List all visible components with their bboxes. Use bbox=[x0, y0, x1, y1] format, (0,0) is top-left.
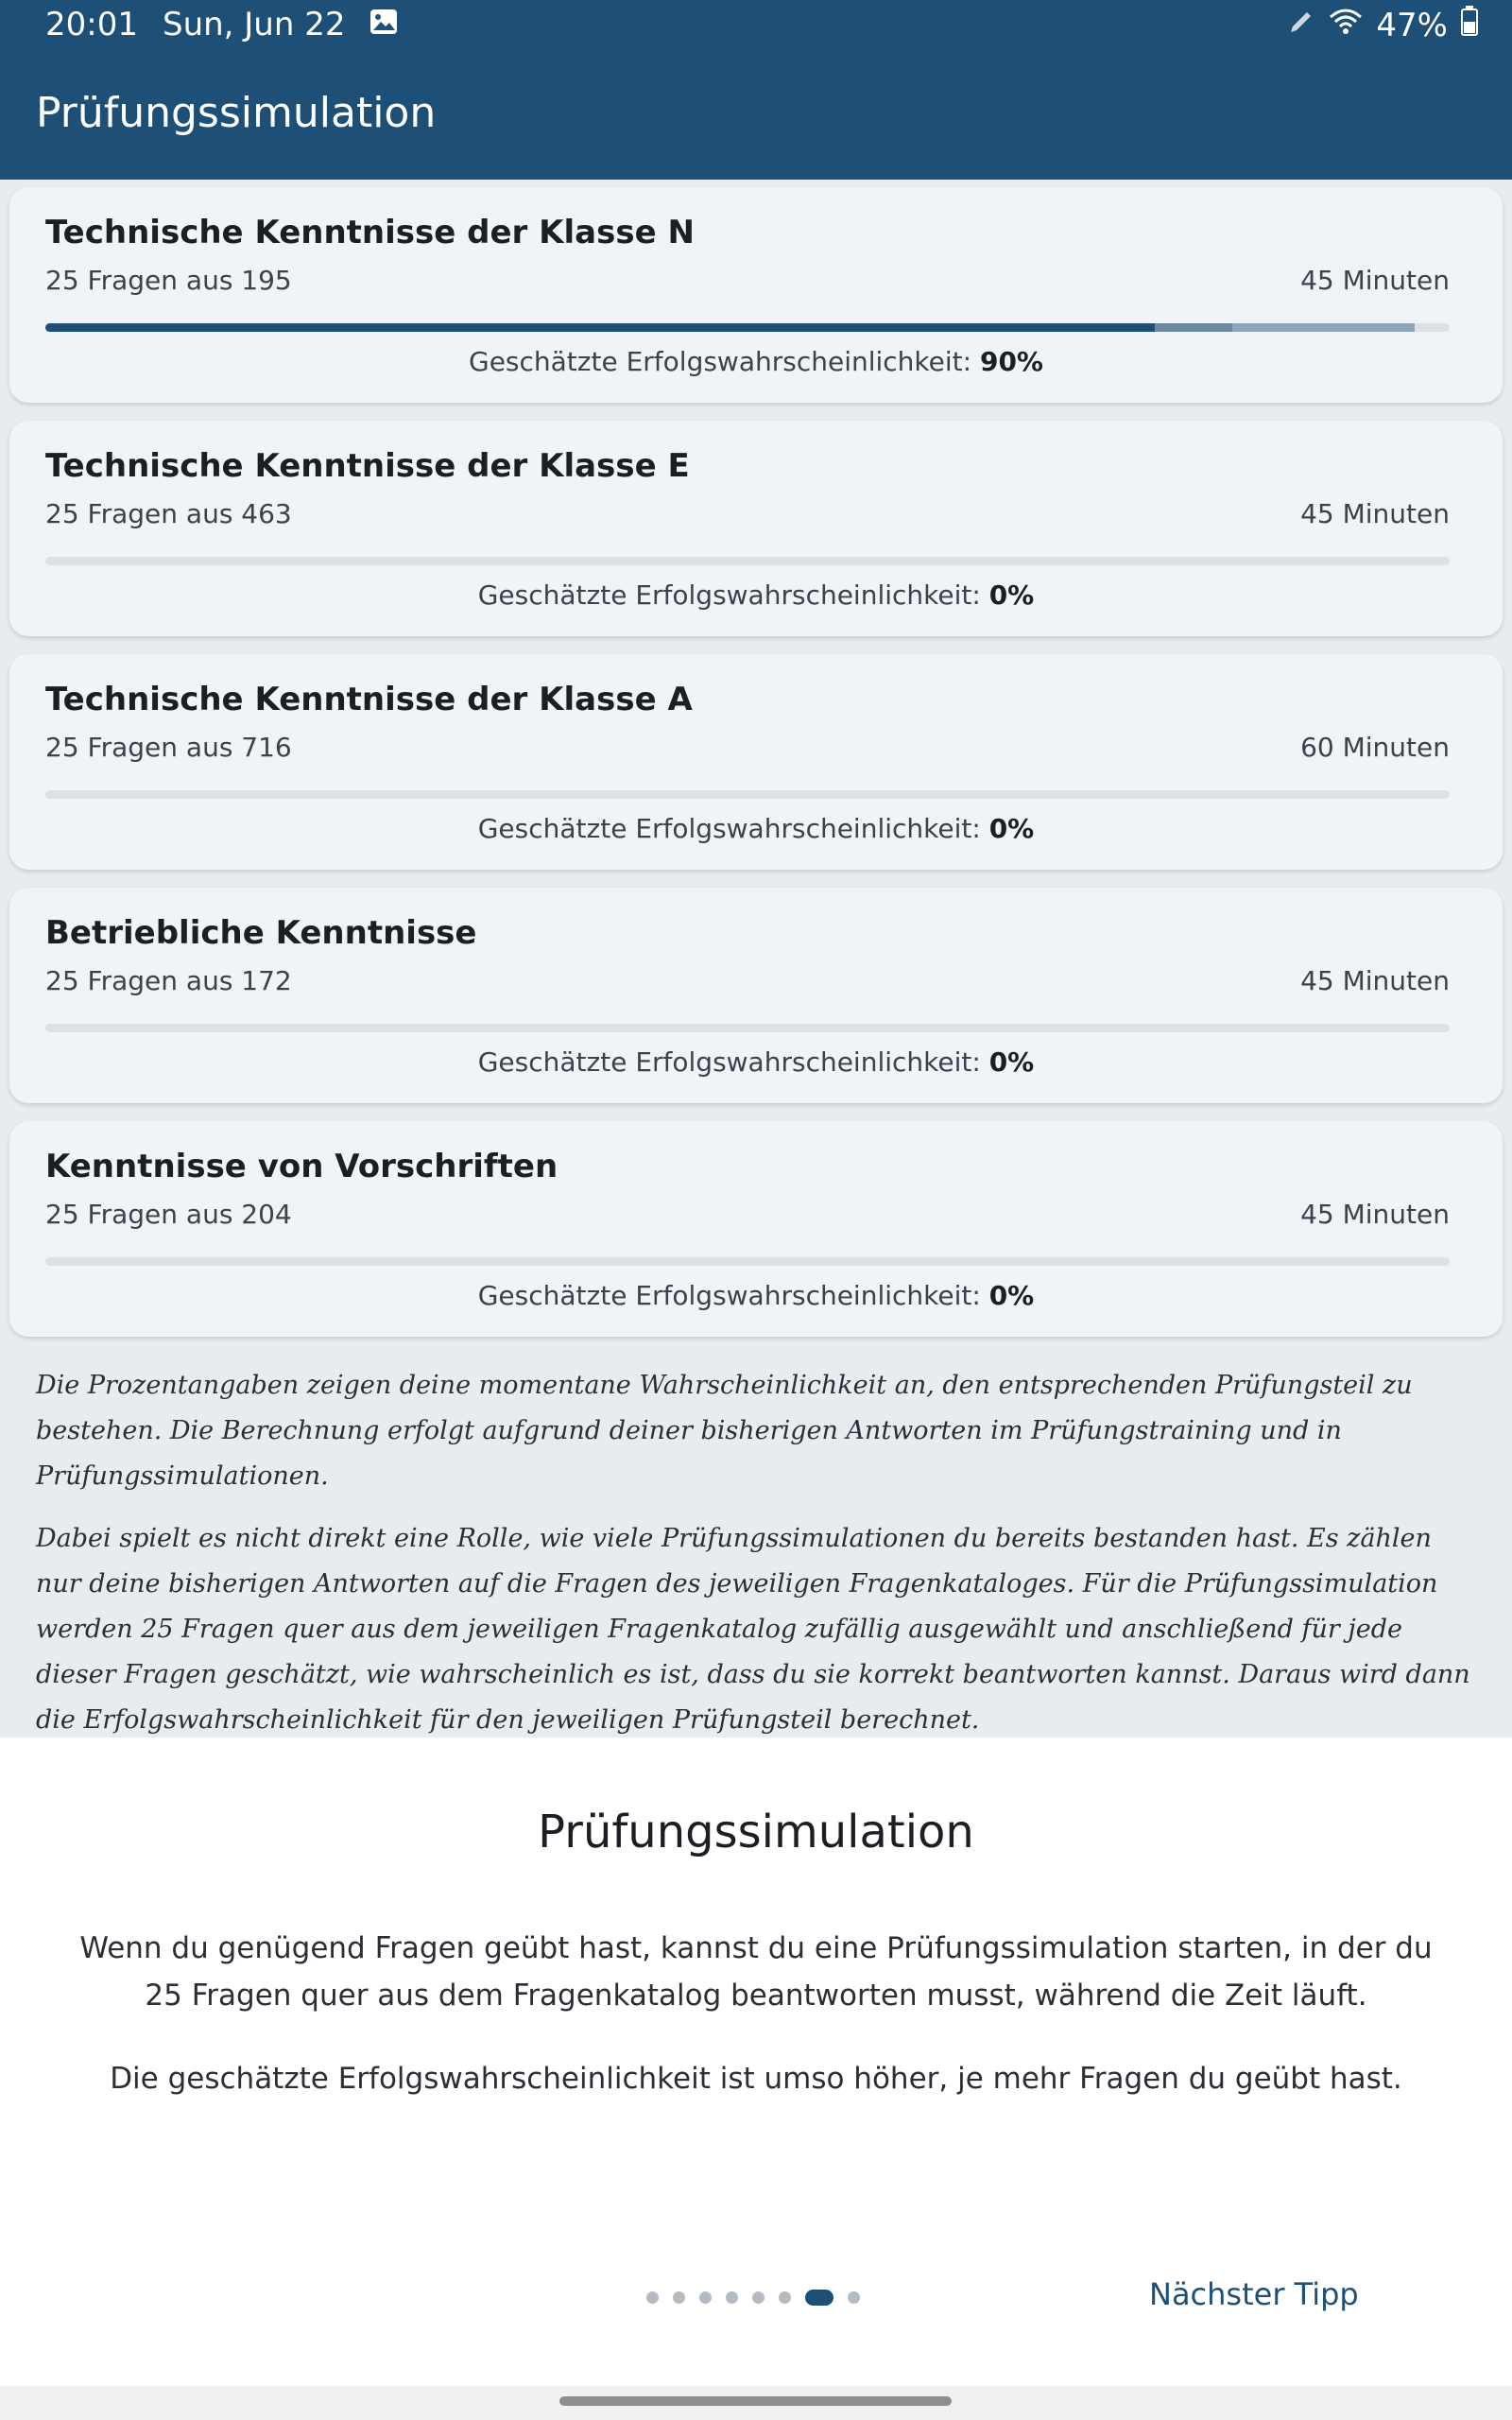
question-count: 25 Fragen aus 204 bbox=[45, 1199, 292, 1230]
probability-explanation: Die Prozentangaben zeigen deine momentan… bbox=[36, 1363, 1472, 1760]
tip-bottom-sheet: Prüfungssimulation Wenn du genügend Frag… bbox=[0, 1737, 1512, 2386]
exam-title: Technische Kenntnisse der Klasse A bbox=[45, 681, 693, 718]
exam-title: Betriebliche Kenntnisse bbox=[45, 914, 477, 952]
exam-card-klasse-e[interactable]: Technische Kenntnisse der Klasse E 25 Fr… bbox=[9, 421, 1503, 636]
success-probability: Geschätzte Erfolgswahrscheinlichkeit: 0% bbox=[9, 813, 1503, 844]
explanation-paragraph: Dabei spielt es nicht direkt eine Rolle,… bbox=[36, 1524, 1470, 1735]
success-progress-bar bbox=[45, 1024, 1450, 1032]
exam-title: Technische Kenntnisse der Klasse E bbox=[45, 447, 690, 485]
exam-list: Technische Kenntnisse der Klasse N 25 Fr… bbox=[9, 187, 1503, 1355]
probability-label: Geschätzte Erfolgswahrscheinlichkeit: bbox=[477, 1280, 981, 1311]
progress-segment bbox=[1154, 323, 1232, 332]
success-probability: Geschätzte Erfolgswahrscheinlichkeit: 0% bbox=[9, 1280, 1503, 1311]
tip-paragraph: Wenn du genügend Fragen geübt hast, kann… bbox=[79, 1931, 1433, 2013]
page-dot[interactable] bbox=[646, 2291, 659, 2304]
gesture-handle[interactable] bbox=[559, 2396, 952, 2406]
success-progress-bar bbox=[45, 557, 1450, 565]
progress-segment bbox=[1231, 323, 1415, 332]
page-title: Prüfungssimulation bbox=[36, 89, 437, 137]
exam-title: Technische Kenntnisse der Klasse N bbox=[45, 214, 695, 251]
page-dot[interactable] bbox=[848, 2291, 860, 2304]
tip-paragraph: Die geschätzte Erfolgswahrscheinlichkeit… bbox=[110, 2062, 1402, 2096]
probability-label: Geschätzte Erfolgswahrscheinlichkeit: bbox=[469, 346, 972, 377]
question-count: 25 Fragen aus 716 bbox=[45, 732, 292, 763]
page-dot[interactable] bbox=[726, 2291, 738, 2304]
page-indicator bbox=[646, 2290, 860, 2306]
exam-duration: 45 Minuten bbox=[1300, 265, 1450, 296]
probability-label: Geschätzte Erfolgswahrscheinlichkeit: bbox=[477, 1046, 981, 1078]
page-dot[interactable] bbox=[779, 2291, 791, 2304]
pen-icon bbox=[1287, 7, 1315, 44]
probability-value: 0% bbox=[988, 1280, 1035, 1311]
app-bar: 20:01 Sun, Jun 22 47% Prüfungssimulation bbox=[0, 0, 1512, 180]
battery-level: 47% bbox=[1376, 6, 1448, 44]
battery-icon bbox=[1461, 6, 1478, 44]
exam-duration: 45 Minuten bbox=[1300, 1199, 1450, 1230]
success-progress-bar bbox=[45, 790, 1450, 799]
probability-value: 0% bbox=[988, 1046, 1035, 1078]
next-tip-button[interactable]: Nächster Tipp bbox=[1149, 2276, 1359, 2312]
exam-title: Kenntnisse von Vorschriften bbox=[45, 1148, 558, 1185]
page-dot[interactable] bbox=[752, 2291, 765, 2304]
progress-segment bbox=[45, 323, 1155, 332]
image-icon bbox=[369, 6, 398, 43]
question-count: 25 Fragen aus 172 bbox=[45, 965, 292, 996]
tip-title: Prüfungssimulation bbox=[538, 1806, 974, 1858]
exam-duration: 60 Minuten bbox=[1300, 732, 1450, 763]
navigation-bar bbox=[0, 2386, 1512, 2420]
exam-card-klasse-a[interactable]: Technische Kenntnisse der Klasse A 25 Fr… bbox=[9, 654, 1503, 870]
exam-card-betriebliche-kenntnisse[interactable]: Betriebliche Kenntnisse 25 Fragen aus 17… bbox=[9, 888, 1503, 1103]
question-count: 25 Fragen aus 195 bbox=[45, 265, 292, 296]
exam-duration: 45 Minuten bbox=[1300, 965, 1450, 996]
status-bar: 20:01 Sun, Jun 22 47% bbox=[0, 0, 1512, 55]
exam-card-vorschriften[interactable]: Kenntnisse von Vorschriften 25 Fragen au… bbox=[9, 1121, 1503, 1337]
success-probability: Geschätzte Erfolgswahrscheinlichkeit: 0% bbox=[9, 1046, 1503, 1078]
page-dot[interactable] bbox=[673, 2291, 685, 2304]
success-progress-bar bbox=[45, 1257, 1450, 1266]
question-count: 25 Fragen aus 463 bbox=[45, 498, 292, 529]
tip-text: Wenn du genügend Fragen geübt hast, kann… bbox=[57, 1925, 1455, 2138]
explanation-paragraph: Die Prozentangaben zeigen deine momentan… bbox=[36, 1371, 1413, 1491]
exam-duration: 45 Minuten bbox=[1300, 498, 1450, 529]
status-date: Sun, Jun 22 bbox=[162, 6, 346, 43]
wifi-icon bbox=[1329, 7, 1363, 44]
probability-value: 0% bbox=[988, 813, 1035, 844]
probability-value: 0% bbox=[988, 579, 1035, 611]
probability-label: Geschätzte Erfolgswahrscheinlichkeit: bbox=[477, 813, 981, 844]
page-dot-active[interactable] bbox=[805, 2290, 833, 2306]
success-probability: Geschätzte Erfolgswahrscheinlichkeit: 0% bbox=[9, 579, 1503, 611]
page-dot[interactable] bbox=[699, 2291, 712, 2304]
probability-label: Geschätzte Erfolgswahrscheinlichkeit: bbox=[477, 579, 981, 611]
probability-value: 90% bbox=[979, 346, 1043, 377]
status-time: 20:01 bbox=[45, 6, 138, 43]
success-progress-bar bbox=[45, 323, 1450, 332]
exam-card-klasse-n[interactable]: Technische Kenntnisse der Klasse N 25 Fr… bbox=[9, 187, 1503, 403]
success-probability: Geschätzte Erfolgswahrscheinlichkeit: 90… bbox=[9, 346, 1503, 377]
